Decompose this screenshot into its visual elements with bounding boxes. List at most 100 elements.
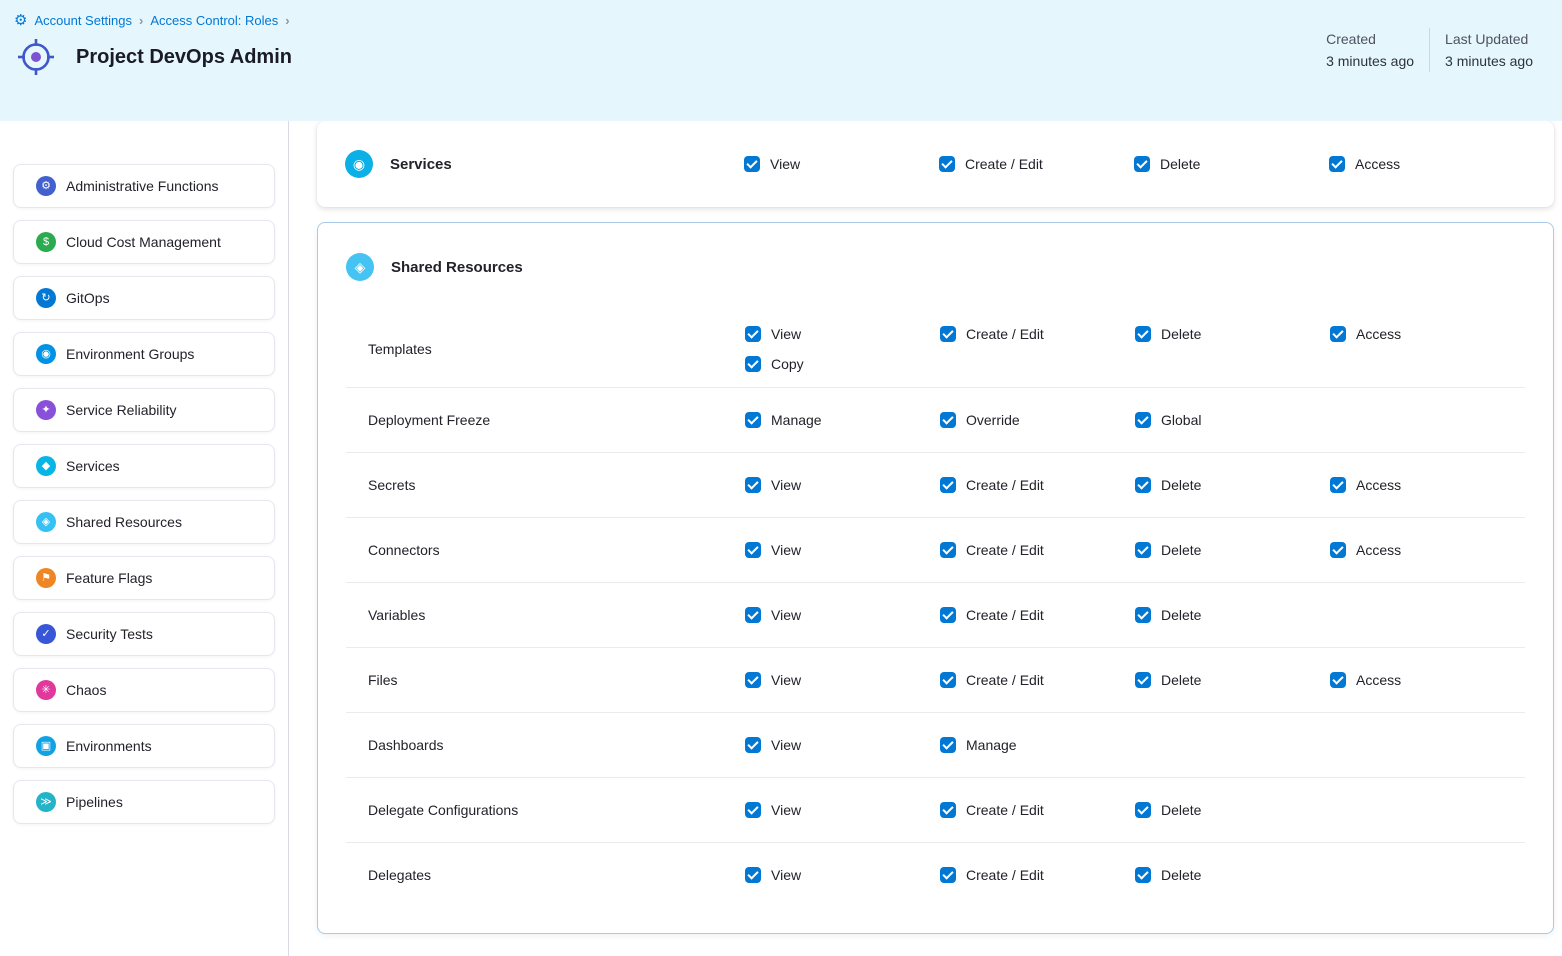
checkbox-checked-icon[interactable] bbox=[939, 156, 955, 172]
permission-toggle[interactable]: Delete bbox=[1135, 542, 1330, 558]
permission-toggle[interactable]: Create / Edit bbox=[940, 867, 1135, 883]
checkbox-checked-icon[interactable] bbox=[1135, 326, 1151, 342]
permission-toggle[interactable]: Create / Edit bbox=[940, 542, 1135, 558]
sidebar-item-gitops[interactable]: ↻ GitOps bbox=[13, 276, 275, 320]
permission-toggle[interactable]: Access bbox=[1330, 326, 1525, 342]
permission-toggle[interactable]: Create / Edit bbox=[940, 802, 1135, 818]
checkbox-checked-icon[interactable] bbox=[744, 156, 760, 172]
checkbox-checked-icon[interactable] bbox=[1330, 672, 1346, 688]
checkbox-checked-icon[interactable] bbox=[1135, 802, 1151, 818]
checkbox-checked-icon[interactable] bbox=[745, 607, 761, 623]
checkbox-checked-icon[interactable] bbox=[940, 607, 956, 623]
permission-toggle[interactable]: Delete bbox=[1135, 867, 1330, 883]
permission-toggle[interactable]: Create / Edit bbox=[940, 326, 1135, 342]
permission-label: Access bbox=[1356, 477, 1401, 493]
checkbox-checked-icon[interactable] bbox=[745, 412, 761, 428]
sidebar-item-service-reliability[interactable]: ✦ Service Reliability bbox=[13, 388, 275, 432]
permission-label: Delete bbox=[1161, 326, 1201, 342]
permission-toggle[interactable]: Create / Edit bbox=[940, 607, 1135, 623]
permission-toggle[interactable]: View bbox=[744, 156, 939, 172]
sidebar-item-chaos[interactable]: ✳ Chaos bbox=[13, 668, 275, 712]
checkbox-checked-icon[interactable] bbox=[940, 412, 956, 428]
checkbox-checked-icon[interactable] bbox=[745, 802, 761, 818]
permission-label: Create / Edit bbox=[966, 477, 1044, 493]
permission-lines: View Manage bbox=[745, 722, 1525, 768]
breadcrumb-link-account-settings[interactable]: Account Settings bbox=[34, 13, 132, 28]
checkbox-checked-icon[interactable] bbox=[940, 542, 956, 558]
checkbox-checked-icon[interactable] bbox=[745, 477, 761, 493]
checkbox-checked-icon[interactable] bbox=[940, 672, 956, 688]
permission-toggle[interactable]: Create / Edit bbox=[940, 477, 1135, 493]
permission-toggle[interactable]: Global bbox=[1135, 412, 1330, 428]
sidebar-resource-categories: ⚙ Administrative Functions $ Cloud Cost … bbox=[0, 121, 289, 956]
checkbox-checked-icon[interactable] bbox=[745, 326, 761, 342]
sidebar-item-environment-groups[interactable]: ◉ Environment Groups bbox=[13, 332, 275, 376]
checkbox-checked-icon[interactable] bbox=[1135, 542, 1151, 558]
checkbox-checked-icon[interactable] bbox=[1329, 156, 1345, 172]
permission-toggle[interactable]: Create / Edit bbox=[939, 156, 1134, 172]
sidebar-item-environments[interactable]: ▣ Environments bbox=[13, 724, 275, 768]
permission-toggle[interactable]: Delete bbox=[1134, 156, 1329, 172]
permission-toggle[interactable]: Delete bbox=[1135, 326, 1330, 342]
permission-toggle[interactable]: Delete bbox=[1135, 607, 1330, 623]
resource-label: Dashboards bbox=[346, 737, 745, 753]
permission-toggle[interactable]: Access bbox=[1330, 477, 1525, 493]
resource-label: Deployment Freeze bbox=[346, 412, 745, 428]
checkbox-checked-icon[interactable] bbox=[1330, 477, 1346, 493]
permission-toggle[interactable]: View bbox=[745, 867, 940, 883]
checkbox-checked-icon[interactable] bbox=[940, 477, 956, 493]
checkbox-checked-icon[interactable] bbox=[1135, 477, 1151, 493]
permission-toggle[interactable]: Delete bbox=[1135, 672, 1330, 688]
created-label: Created bbox=[1326, 28, 1414, 50]
permission-toggle[interactable]: Access bbox=[1330, 672, 1525, 688]
checkbox-checked-icon[interactable] bbox=[940, 802, 956, 818]
permission-toggle[interactable]: Manage bbox=[940, 737, 1135, 753]
permission-toggle[interactable]: View bbox=[745, 672, 940, 688]
permission-toggle[interactable]: Access bbox=[1330, 542, 1525, 558]
checkbox-checked-icon[interactable] bbox=[940, 737, 956, 753]
permission-toggle[interactable]: View bbox=[745, 737, 940, 753]
permission-line: View Create / Edit Delete Access bbox=[745, 326, 1525, 342]
permission-toggle[interactable]: View bbox=[745, 542, 940, 558]
permission-toggle[interactable]: Create / Edit bbox=[940, 672, 1135, 688]
permission-toggle[interactable]: Override bbox=[940, 412, 1135, 428]
sidebar-item-pipelines[interactable]: ≫ Pipelines bbox=[13, 780, 275, 824]
sidebar-item-feature-flags[interactable]: ⚑ Feature Flags bbox=[13, 556, 275, 600]
permission-toggle[interactable]: Access bbox=[1329, 156, 1524, 172]
checkbox-checked-icon[interactable] bbox=[1135, 867, 1151, 883]
permission-row-delegate-configurations: Delegate Configurations View Create / Ed… bbox=[346, 777, 1525, 842]
permission-label: Delete bbox=[1161, 477, 1201, 493]
permission-toggle[interactable]: View bbox=[745, 802, 940, 818]
permission-line: View Create / Edit Delete bbox=[745, 867, 1525, 883]
permission-label: Create / Edit bbox=[966, 672, 1044, 688]
checkbox-checked-icon[interactable] bbox=[1135, 672, 1151, 688]
checkbox-checked-icon[interactable] bbox=[940, 867, 956, 883]
permission-toggle[interactable]: Delete bbox=[1135, 802, 1330, 818]
permission-toggle[interactable]: Delete bbox=[1135, 477, 1330, 493]
breadcrumb-link-access-control-roles[interactable]: Access Control: Roles bbox=[150, 13, 278, 28]
sidebar-item-cloud-cost-management[interactable]: $ Cloud Cost Management bbox=[13, 220, 275, 264]
checkbox-checked-icon[interactable] bbox=[1134, 156, 1150, 172]
permission-toggle[interactable]: View bbox=[745, 326, 940, 342]
permission-toggle[interactable]: Copy bbox=[745, 356, 940, 372]
checkbox-checked-icon[interactable] bbox=[1135, 412, 1151, 428]
checkbox-checked-icon[interactable] bbox=[1330, 542, 1346, 558]
sidebar-item-security-tests[interactable]: ✓ Security Tests bbox=[13, 612, 275, 656]
header-meta: Created 3 minutes ago Last Updated 3 min… bbox=[1311, 28, 1548, 72]
services-card: ◉ Services View Create / Edit Delete Acc… bbox=[317, 121, 1554, 207]
permission-lines: View Create / Edit Delete Access bbox=[745, 657, 1525, 703]
checkbox-checked-icon[interactable] bbox=[745, 542, 761, 558]
checkbox-checked-icon[interactable] bbox=[1330, 326, 1346, 342]
sidebar-item-shared-resources[interactable]: ◈ Shared Resources bbox=[13, 500, 275, 544]
permission-toggle[interactable]: Manage bbox=[745, 412, 940, 428]
checkbox-checked-icon[interactable] bbox=[745, 737, 761, 753]
permission-toggle[interactable]: View bbox=[745, 477, 940, 493]
checkbox-checked-icon[interactable] bbox=[1135, 607, 1151, 623]
checkbox-checked-icon[interactable] bbox=[745, 672, 761, 688]
sidebar-item-administrative-functions[interactable]: ⚙ Administrative Functions bbox=[13, 164, 275, 208]
permission-toggle[interactable]: View bbox=[745, 607, 940, 623]
sidebar-item-services[interactable]: ◆ Services bbox=[13, 444, 275, 488]
checkbox-checked-icon[interactable] bbox=[745, 356, 761, 372]
checkbox-checked-icon[interactable] bbox=[745, 867, 761, 883]
checkbox-checked-icon[interactable] bbox=[940, 326, 956, 342]
